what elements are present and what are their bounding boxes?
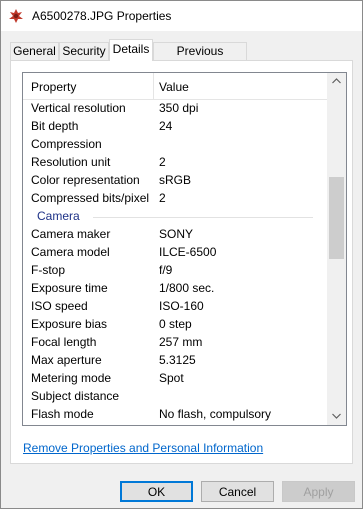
group-label: Camera (37, 209, 80, 223)
property-value: f/9 (159, 263, 173, 277)
property-value: SONY (159, 227, 194, 241)
list-item[interactable]: Camera model ILCE-6500 (23, 243, 327, 261)
title-bar[interactable]: A6500278.JPG Properties (1, 1, 362, 31)
window-title: A6500278.JPG Properties (32, 9, 172, 23)
tab-security[interactable]: Security (59, 42, 109, 60)
property-name: Camera maker (31, 227, 111, 241)
property-name: Exposure time (31, 281, 108, 295)
list-item[interactable]: F-stop f/9 (23, 261, 327, 279)
column-header-value[interactable]: Value (159, 80, 189, 94)
tab-details[interactable]: Details (109, 39, 153, 61)
list-item[interactable]: Compressed bits/pixel 2 (23, 189, 327, 207)
tab-general[interactable]: General (10, 42, 59, 60)
property-value: Spot (159, 371, 184, 385)
ok-button[interactable]: OK (120, 481, 193, 502)
property-value: 24 (159, 119, 173, 133)
scrollbar-thumb[interactable] (329, 177, 344, 259)
group-divider (93, 217, 313, 218)
list-item[interactable]: Camera maker SONY (23, 225, 327, 243)
property-name: Compression (31, 137, 102, 151)
apply-button[interactable]: Apply (282, 481, 355, 502)
cancel-button[interactable]: Cancel (201, 481, 274, 502)
property-name: Subject distance (31, 389, 120, 403)
tab-strip: General Security Details Previous Versio… (1, 39, 362, 75)
vertical-scrollbar[interactable] (327, 73, 346, 425)
property-value: 2 (159, 155, 166, 169)
list-item[interactable]: Bit depth 24 (23, 117, 327, 135)
property-name: ISO speed (31, 299, 88, 313)
tab-previous-versions[interactable]: Previous Versions (153, 42, 247, 75)
property-name: Exposure bias (31, 317, 108, 331)
property-name: Max aperture (31, 353, 102, 367)
property-value: sRGB (159, 173, 192, 187)
image-file-icon (8, 8, 24, 24)
column-header-property[interactable]: Property (31, 80, 76, 94)
remove-properties-link[interactable]: Remove Properties and Personal Informati… (23, 441, 263, 455)
list-item[interactable]: Color representation sRGB (23, 171, 327, 189)
property-value: 0 step (159, 317, 192, 331)
list-header: Property Value (23, 73, 327, 100)
property-value: 1/800 sec. (159, 281, 215, 295)
property-value: 2 (159, 191, 166, 205)
property-name: Focal length (31, 335, 97, 349)
scroll-up-button[interactable] (327, 73, 346, 90)
list-item[interactable]: Max aperture 5.3125 (23, 351, 327, 369)
property-name: Metering mode (31, 371, 112, 385)
property-value: 257 mm (159, 335, 203, 349)
list-item[interactable]: Vertical resolution 350 dpi (23, 99, 327, 117)
list-item[interactable]: Flash mode No flash, compulsory (23, 405, 327, 423)
properties-dialog: A6500278.JPG Properties General Security… (0, 0, 363, 509)
property-name: Compressed bits/pixel (31, 191, 150, 205)
details-panel: Property Value Vertical resolution 350 dp… (10, 60, 353, 464)
property-value: 5.3125 (159, 353, 196, 367)
property-name: Color representation (31, 173, 140, 187)
property-name: F-stop (31, 263, 66, 277)
list-item[interactable]: Exposure time 1/800 sec. (23, 279, 327, 297)
property-rows: Vertical resolution 350 dpi Bit depth 24 C… (23, 99, 327, 423)
property-value: ISO-160 (159, 299, 204, 313)
property-name: Vertical resolution (31, 101, 126, 115)
group-header-camera: Camera (23, 207, 327, 225)
list-item[interactable]: Resolution unit 2 (23, 153, 327, 171)
list-item[interactable]: Exposure bias 0 step (23, 315, 327, 333)
list-item[interactable]: Subject distance (23, 387, 327, 405)
chevron-up-icon (332, 78, 341, 84)
list-item[interactable]: Metering mode Spot (23, 369, 327, 387)
scroll-down-button[interactable] (327, 408, 346, 425)
property-name: Resolution unit (31, 155, 111, 169)
property-name: Bit depth (31, 119, 79, 133)
property-name: Flash mode (31, 407, 94, 421)
properties-list[interactable]: Property Value Vertical resolution 350 dp… (22, 72, 347, 426)
list-item[interactable]: ISO speed ISO-160 (23, 297, 327, 315)
column-divider[interactable] (153, 73, 154, 99)
property-name: Camera model (31, 245, 110, 259)
chevron-down-icon (332, 413, 341, 419)
property-value: 350 dpi (159, 101, 199, 115)
list-item[interactable]: Focal length 257 mm (23, 333, 327, 351)
list-item[interactable]: Compression (23, 135, 327, 153)
property-value: No flash, compulsory (159, 407, 272, 421)
property-value: ILCE-6500 (159, 245, 217, 259)
